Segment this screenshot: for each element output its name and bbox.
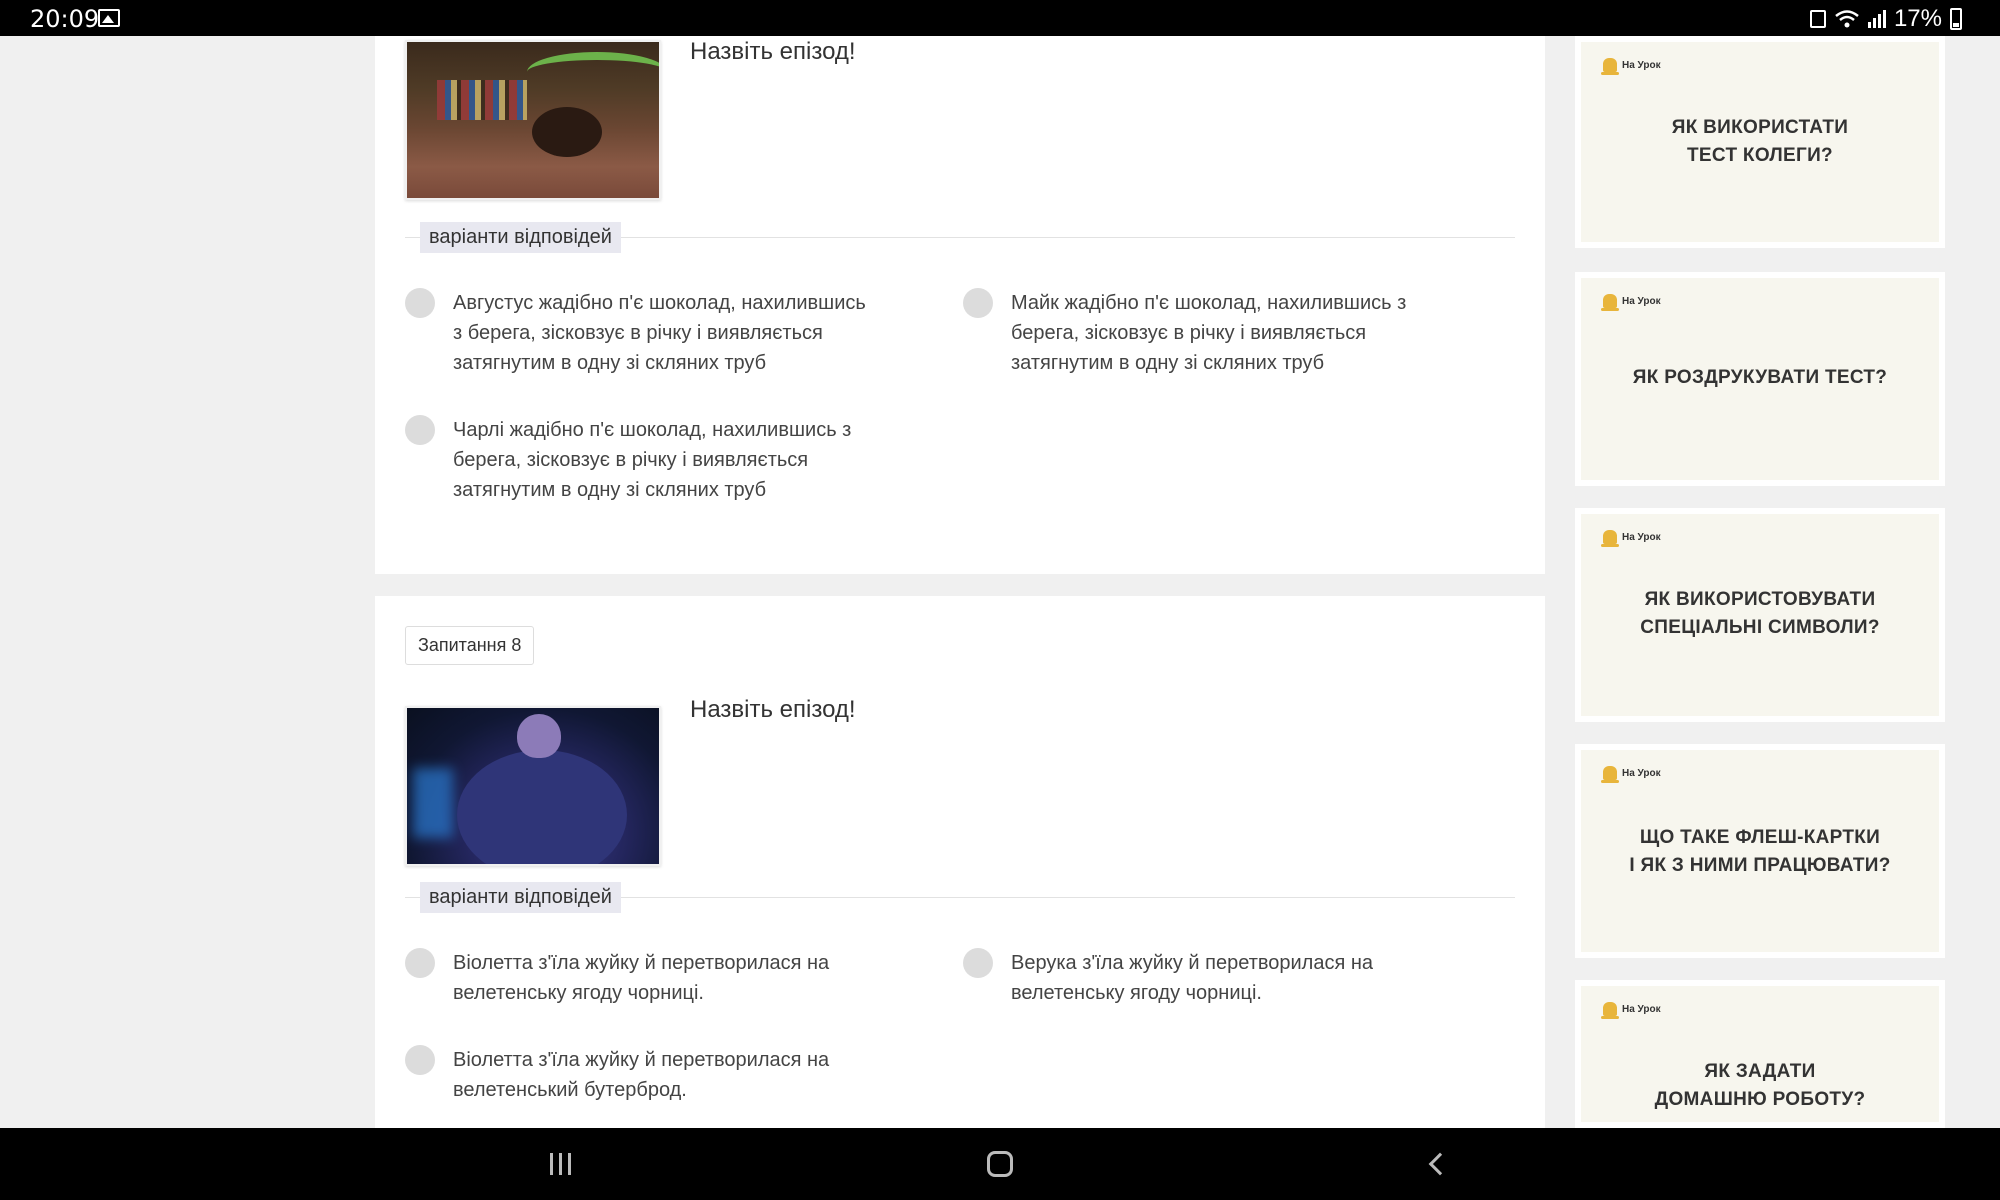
bell-icon [1601, 1002, 1619, 1019]
promo-card-special-symbols[interactable]: На Урок ЯК ВИКОРИСТОВУВАТИ СПЕЦІАЛЬНІ СИМ… [1575, 508, 1945, 722]
bell-icon [1601, 58, 1619, 75]
naurok-logo: На Урок [1601, 1002, 1661, 1019]
system-navigation-bar [0, 1128, 2000, 1200]
promo-title: ЯК ВИКОРИСТОВУВАТИ СПЕЦІАЛЬНІ СИМВОЛИ? [1640, 589, 1880, 638]
battery-percent: 17% [1893, 5, 1942, 32]
answer-option[interactable]: Августус жадібно п'є шоколад, нахилившис… [405, 288, 875, 378]
answer-option[interactable]: Віолетта з'їла жуйку й перетворилася на … [405, 1045, 875, 1105]
answer-text: Чарлі жадібно п'є шоколад, нахилившись з… [453, 419, 852, 501]
promo-card-print-test[interactable]: На Урок ЯК РОЗДРУКУВАТИ ТЕСТ? [1575, 272, 1945, 486]
recent-apps-button[interactable] [540, 1146, 580, 1182]
chocolate-river-image [405, 40, 661, 200]
promo-card-flashcards[interactable]: На Урок ЩО ТАКЕ ФЛЕШ-КАРТКИ І ЯК З НИМИ П… [1575, 744, 1945, 958]
promo-card-colleague-test[interactable]: На Урок ЯК ВИКОРИСТАТИ ТЕСТ КОЛЕГИ? [1575, 36, 1945, 248]
lock-icon [1809, 10, 1826, 28]
question-prompt: Назвіть епізод! [690, 696, 856, 723]
question-card-7: Назвіть епізод! варіанти відповідей Авгу… [375, 36, 1545, 574]
answer-option[interactable]: Майк жадібно п'є шоколад, нахилившись з … [963, 288, 1433, 378]
battery-icon [1950, 8, 1962, 30]
promo-title: ЯК РОЗДРУКУВАТИ ТЕСТ? [1632, 367, 1888, 388]
bell-icon [1601, 530, 1619, 547]
radio-button[interactable] [963, 948, 993, 978]
answers-header: варіанти відповідей [405, 882, 1515, 914]
wifi-icon [1835, 10, 1859, 28]
answer-option[interactable]: Верука з'їла жуйку й перетворилася на ве… [963, 948, 1433, 1008]
promo-title: ЯК ВИКОРИСТАТИ ТЕСТ КОЛЕГИ? [1671, 117, 1849, 166]
answers-label: варіанти відповідей [420, 882, 621, 913]
promo-title: ЩО ТАКЕ ФЛЕШ-КАРТКИ І ЯК З НИМИ ПРАЦЮВАТИ… [1629, 827, 1891, 876]
radio-button[interactable] [405, 415, 435, 445]
naurok-logo: На Урок [1601, 530, 1661, 547]
question-card-8: Запитання 8 Назвіть епізод! варіанти від… [375, 596, 1545, 1128]
status-bar: 20:09 17% [0, 0, 2000, 36]
promo-title: ЯК ЗАДАТИ ДОМАШНЮ РОБОТУ? [1654, 1061, 1866, 1110]
home-button[interactable] [980, 1146, 1020, 1182]
bell-icon [1601, 766, 1619, 783]
status-time: 20:09 [30, 5, 100, 33]
naurok-logo: На Урок [1601, 766, 1661, 783]
blueberry-girl-image [405, 706, 661, 866]
radio-button[interactable] [405, 1045, 435, 1075]
question-number-badge: Запитання 8 [405, 626, 535, 665]
radio-button[interactable] [405, 288, 435, 318]
answer-text: Віолетта з'їла жуйку й перетворилася на … [453, 1049, 830, 1101]
answers-label: варіанти відповідей [420, 222, 621, 253]
question-prompt: Назвіть епізод! [690, 38, 856, 65]
signal-icon [1867, 10, 1886, 28]
radio-button[interactable] [405, 948, 435, 978]
answer-text: Майк жадібно п'є шоколад, нахилившись з … [1011, 292, 1407, 374]
answer-option[interactable]: Чарлі жадібно п'є шоколад, нахилившись з… [405, 415, 875, 505]
answer-text: Августус жадібно п'є шоколад, нахилившис… [453, 292, 866, 374]
gallery-notification-icon [98, 9, 120, 27]
naurok-logo: На Урок [1601, 294, 1661, 311]
back-button[interactable] [1422, 1146, 1462, 1182]
promo-card-homework[interactable]: На Урок ЯК ЗАДАТИ ДОМАШНЮ РОБОТУ? [1575, 980, 1945, 1128]
answer-text: Віолетта з'їла жуйку й перетворилася на … [453, 952, 830, 1004]
bell-icon [1601, 294, 1619, 311]
naurok-logo: На Урок [1601, 58, 1661, 75]
answer-option[interactable]: Віолетта з'їла жуйку й перетворилася на … [405, 948, 875, 1008]
radio-button[interactable] [963, 288, 993, 318]
answer-text: Верука з'їла жуйку й перетворилася на ве… [1011, 952, 1374, 1004]
answers-header: варіанти відповідей [405, 222, 1515, 254]
